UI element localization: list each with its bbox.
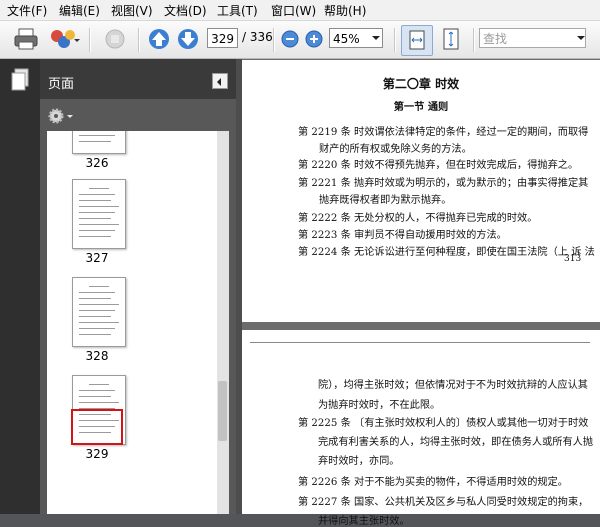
- scrollbar-thumb[interactable]: [218, 381, 227, 441]
- section-title: 第一节 通则: [393, 101, 449, 113]
- chevron-down-icon[interactable]: [369, 28, 383, 48]
- page-thumbnail[interactable]: [72, 277, 126, 347]
- page-text-line: 院），均得主张时效；但依情况对于不为时效抗辩的人应认其: [318, 380, 588, 391]
- thumbnail-text-line: [79, 206, 119, 207]
- thumbnail-text-line: [79, 334, 111, 335]
- thumbnail-text-line: [79, 135, 115, 136]
- page-text-line: 弃时效时，亦同。: [318, 456, 400, 467]
- thumbnail-page-label: 326: [85, 156, 109, 170]
- fit-width-icon: [409, 30, 425, 50]
- page-thumbnail[interactable]: [72, 179, 126, 249]
- menu-view[interactable]: 视图(V): [111, 2, 153, 19]
- thumbnail-text-line: [79, 298, 111, 299]
- chevron-left-icon: [217, 78, 221, 86]
- chevron-down-icon[interactable]: [574, 28, 588, 48]
- panel-title: 页面: [48, 77, 75, 92]
- document-view: 第二〇章 时效 第一节 通则 第 2219 条 时效谓依法律特定的条件，经过一定…: [242, 59, 600, 527]
- thumbnail-text-line: [79, 402, 119, 403]
- page-text-line: 完成有利害关系的人，均得主张时效，即在债务人或所有人抛: [318, 437, 594, 448]
- thumbnail-page-label: 327: [85, 251, 109, 265]
- page-top-rule: [250, 342, 590, 343]
- thumbnail-text-line: [79, 304, 119, 305]
- thumbnail-list: 326 327 328 329: [47, 131, 217, 514]
- next-page-icon[interactable]: [177, 27, 199, 51]
- thumbnail-area: 326 327 328 329: [40, 99, 236, 514]
- thumbnail-text-line: [79, 230, 115, 231]
- page-number: 313: [564, 254, 582, 264]
- toolbar-separator: [138, 28, 140, 52]
- zoom-value: 45%: [333, 32, 360, 46]
- thumbnail-page-label: 329: [85, 447, 109, 461]
- page-number-input[interactable]: 329: [207, 28, 238, 48]
- thumbnail-text-line: [79, 328, 115, 329]
- collapse-panel-button[interactable]: [212, 73, 228, 89]
- share-icon[interactable]: [48, 27, 80, 51]
- page-text-line: 第 2220 条 时效不得预先抛弃，但在时效完成后，得抛弃之。: [298, 160, 579, 171]
- page-total-label: / 336: [242, 30, 273, 44]
- thumbnail-text-line: [79, 390, 115, 391]
- page-text-line: 第 2219 条 时效谓依法律特定的条件，经过一定的期间，而取得: [298, 127, 589, 138]
- thumbnail-scrollbar[interactable]: [217, 131, 229, 514]
- toolbar-separator: [394, 28, 396, 52]
- toolbar-separator: [473, 28, 475, 52]
- thumbnail-text-line: [89, 188, 109, 189]
- fit-page-icon[interactable]: [438, 27, 464, 51]
- navigation-panel: 页面 326 327 328 329: [0, 59, 236, 514]
- thumbnail-text-line: [79, 200, 111, 201]
- page-text-line: 财产的所有权或免除义务的方法。: [319, 144, 472, 155]
- document-page-314: 院），均得主张时效；但依情况对于不为时效抗辩的人应认其 为抛弃时效时，不在此限。第…: [242, 330, 600, 527]
- zoom-out-icon[interactable]: [280, 27, 300, 51]
- navigation-rail: [0, 59, 40, 514]
- thumbnail-page-label: 328: [85, 349, 109, 363]
- page-text-line: 第 2221 条 抛弃时效或为明示的，或为默示的；由事实得推定其: [298, 178, 589, 189]
- document-page-313: 第二〇章 时效 第一节 通则 第 2219 条 时效谓依法律特定的条件，经过一定…: [242, 60, 600, 322]
- thumbnail-text-line: [79, 236, 111, 237]
- tool-disabled-icon: [105, 29, 125, 49]
- menu-tools[interactable]: 工具(T): [217, 2, 258, 19]
- thumbnail-text-line: [89, 384, 109, 385]
- page-text-line: 抛弃既得权者即为默示抛弃。: [319, 195, 452, 206]
- menu-document[interactable]: 文档(D): [164, 2, 207, 19]
- thumbnail-text-line: [79, 212, 115, 213]
- chapter-title: 第二〇章 时效: [382, 77, 460, 91]
- fit-width-button[interactable]: [401, 25, 433, 56]
- search-input[interactable]: 查找: [479, 28, 586, 48]
- gear-icon[interactable]: [47, 106, 77, 126]
- pages-icon[interactable]: [10, 68, 30, 92]
- thumbnail-text-line: [79, 316, 111, 317]
- menu-help[interactable]: 帮助(H): [324, 2, 366, 19]
- thumbnail-text-line: [79, 218, 111, 219]
- toolbar-separator: [273, 28, 275, 52]
- page-text-line: 第 2227 条 国家、公共机关及区乡与私人同受时效规定的拘束，: [298, 497, 589, 508]
- thumbnail-text-line: [79, 310, 115, 311]
- page-text-line: 为抛弃时效时，不在此限。: [318, 400, 441, 411]
- previous-page-icon[interactable]: [148, 27, 170, 51]
- thumbnail-text-line: [79, 141, 111, 142]
- print-icon[interactable]: [12, 27, 40, 51]
- toolbar-separator: [89, 28, 91, 52]
- page-text-line: 并得向其主张时效。: [318, 516, 410, 527]
- page-text-line: 第 2223 条 审判员不得自动援用时效的方法。: [298, 230, 507, 241]
- menu-window[interactable]: 窗口(W): [271, 2, 316, 19]
- page-thumbnail[interactable]: [72, 131, 126, 154]
- thumbnail-text-line: [89, 286, 109, 287]
- thumbnail-selection: [71, 409, 123, 445]
- page-text-line: 第 2225 条 〔有主张时效权利人的〕债权人或其他一切对于时效: [298, 418, 589, 429]
- page-text-line: 第 2224 条 无论诉讼进行至何种程度，即使在国王法院（上 诉 法: [298, 247, 595, 258]
- page-text-line: 第 2222 条 无处分权的人，不得抛弃已完成的时效。: [298, 213, 538, 224]
- panel-header: 页面: [40, 59, 236, 99]
- thumbnail-text-line: [79, 194, 115, 195]
- thumbnail-text-line: [79, 292, 115, 293]
- menu-bar: 文件(F) 编辑(E) 视图(V) 文档(D) 工具(T) 窗口(W) 帮助(H…: [0, 0, 600, 21]
- thumbnail-text-line: [79, 322, 119, 323]
- page-text-line: 第 2226 条 对于不能为买卖的物件，不得适用时效的规定。: [298, 477, 568, 488]
- zoom-in-icon[interactable]: [304, 27, 324, 51]
- thumbnail-text-line: [79, 396, 111, 397]
- thumbnail-text-line: [79, 224, 119, 225]
- menu-edit[interactable]: 编辑(E): [59, 2, 100, 19]
- toolbar: 329 / 336 45% 查找: [0, 21, 600, 59]
- menu-file[interactable]: 文件(F): [7, 2, 47, 19]
